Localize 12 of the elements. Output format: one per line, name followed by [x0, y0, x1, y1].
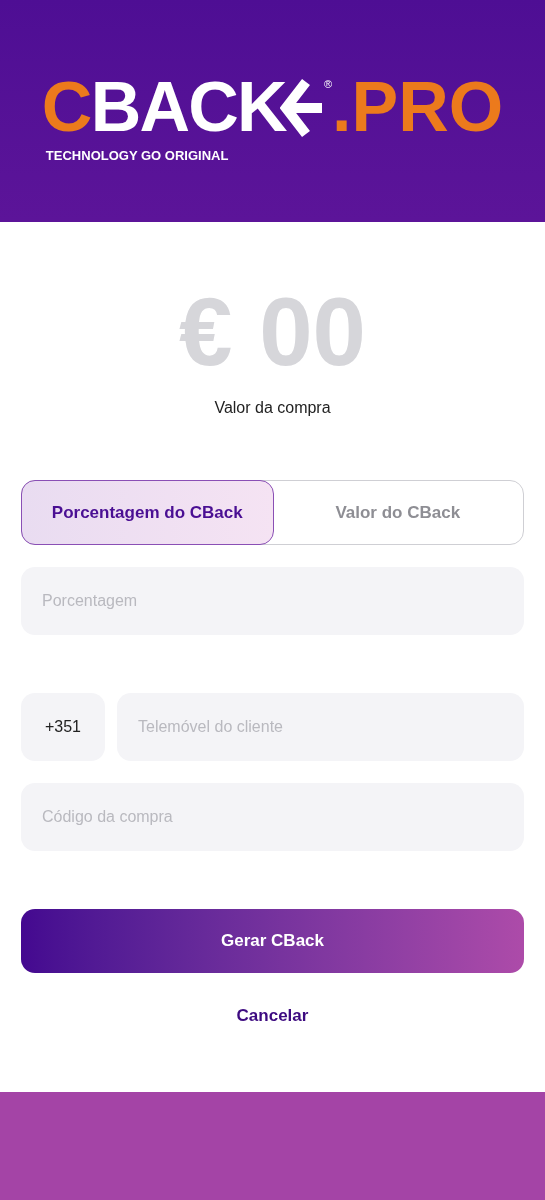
logo-suffix: .PRO — [332, 72, 504, 143]
percentage-field[interactable]: Porcentagem — [21, 567, 524, 635]
tab[interactable]: Porcentagem do CBack — [21, 480, 274, 545]
country-code[interactable]: +351 — [21, 693, 105, 761]
amount-label: Valor da compra — [214, 398, 331, 418]
registered-mark: ® — [323, 77, 332, 93]
phone-field[interactable]: Telemóvel do cliente — [117, 693, 524, 761]
cancel-link[interactable]: Cancelar — [236, 1003, 309, 1029]
logo-wordmark: CBACK — [41, 72, 286, 143]
purchase-code-field[interactable]: Código da compra — [21, 783, 524, 851]
logo-tagline: TECHNOLOGY GO ORIGINAL — [45, 147, 229, 166]
generate-button[interactable]: Gerar CBack — [21, 909, 524, 973]
